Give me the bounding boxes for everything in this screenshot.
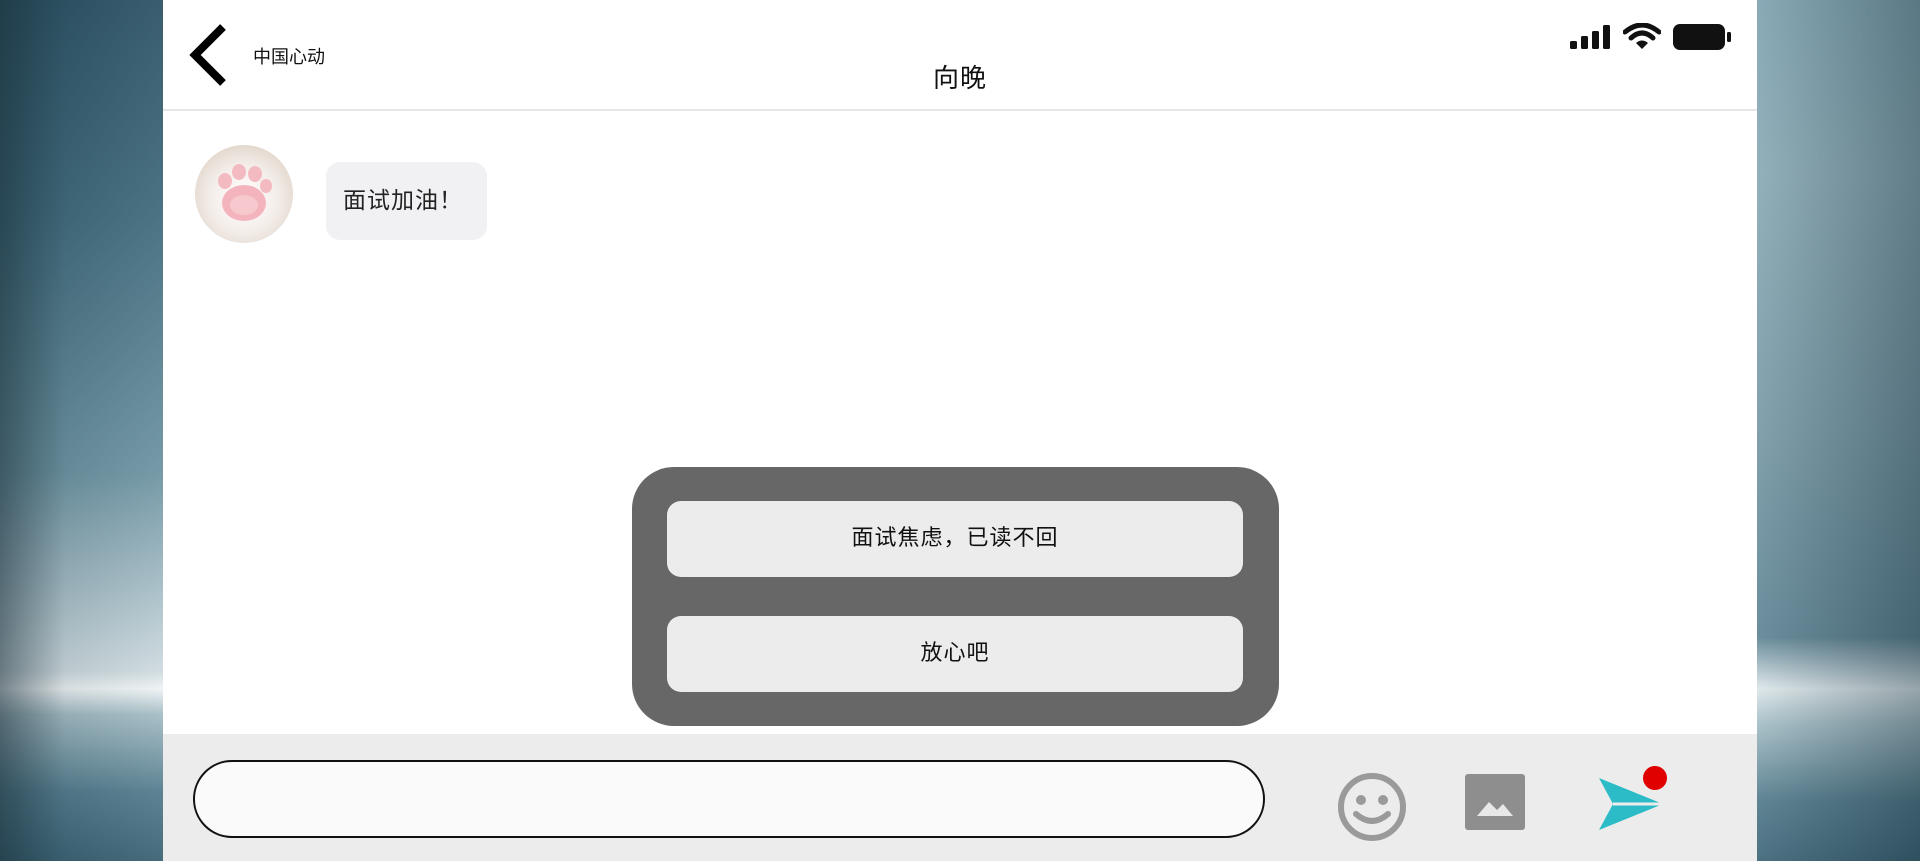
signal-icon — [1570, 25, 1610, 49]
message-input[interactable] — [193, 760, 1265, 838]
choice-option-anxious[interactable]: 面试焦虑，已读不回 — [667, 501, 1243, 577]
background-right — [1757, 0, 1920, 861]
battery-icon — [1673, 24, 1731, 50]
wifi-icon — [1623, 23, 1661, 49]
send-icon — [1599, 766, 1667, 830]
notification-dot — [1643, 766, 1667, 790]
send-button[interactable] — [1597, 766, 1669, 836]
input-bar — [163, 734, 1757, 861]
page-title: 向晚 — [932, 64, 987, 94]
chat-header: 中国心动 向晚 — [163, 0, 1757, 111]
choice-option-reassure[interactable]: 放心吧 — [667, 616, 1243, 692]
cat-paw-icon — [218, 164, 272, 221]
smiley-icon — [1338, 773, 1406, 841]
chat-screen: 中国心动 向晚 面试加油！ 面试焦虑，已读不回 放心吧 — [163, 0, 1757, 861]
image-icon — [1465, 774, 1525, 830]
reply-choice-popup: 面试焦虑，已读不回 放心吧 — [632, 467, 1279, 726]
message-row: 面试加油！ — [195, 145, 487, 243]
status-bar — [1569, 22, 1731, 52]
image-button[interactable] — [1465, 774, 1525, 830]
background-left — [0, 0, 163, 861]
emoji-button[interactable] — [1337, 772, 1407, 842]
message-bubble: 面试加油！ — [326, 162, 487, 240]
avatar[interactable] — [195, 145, 293, 243]
